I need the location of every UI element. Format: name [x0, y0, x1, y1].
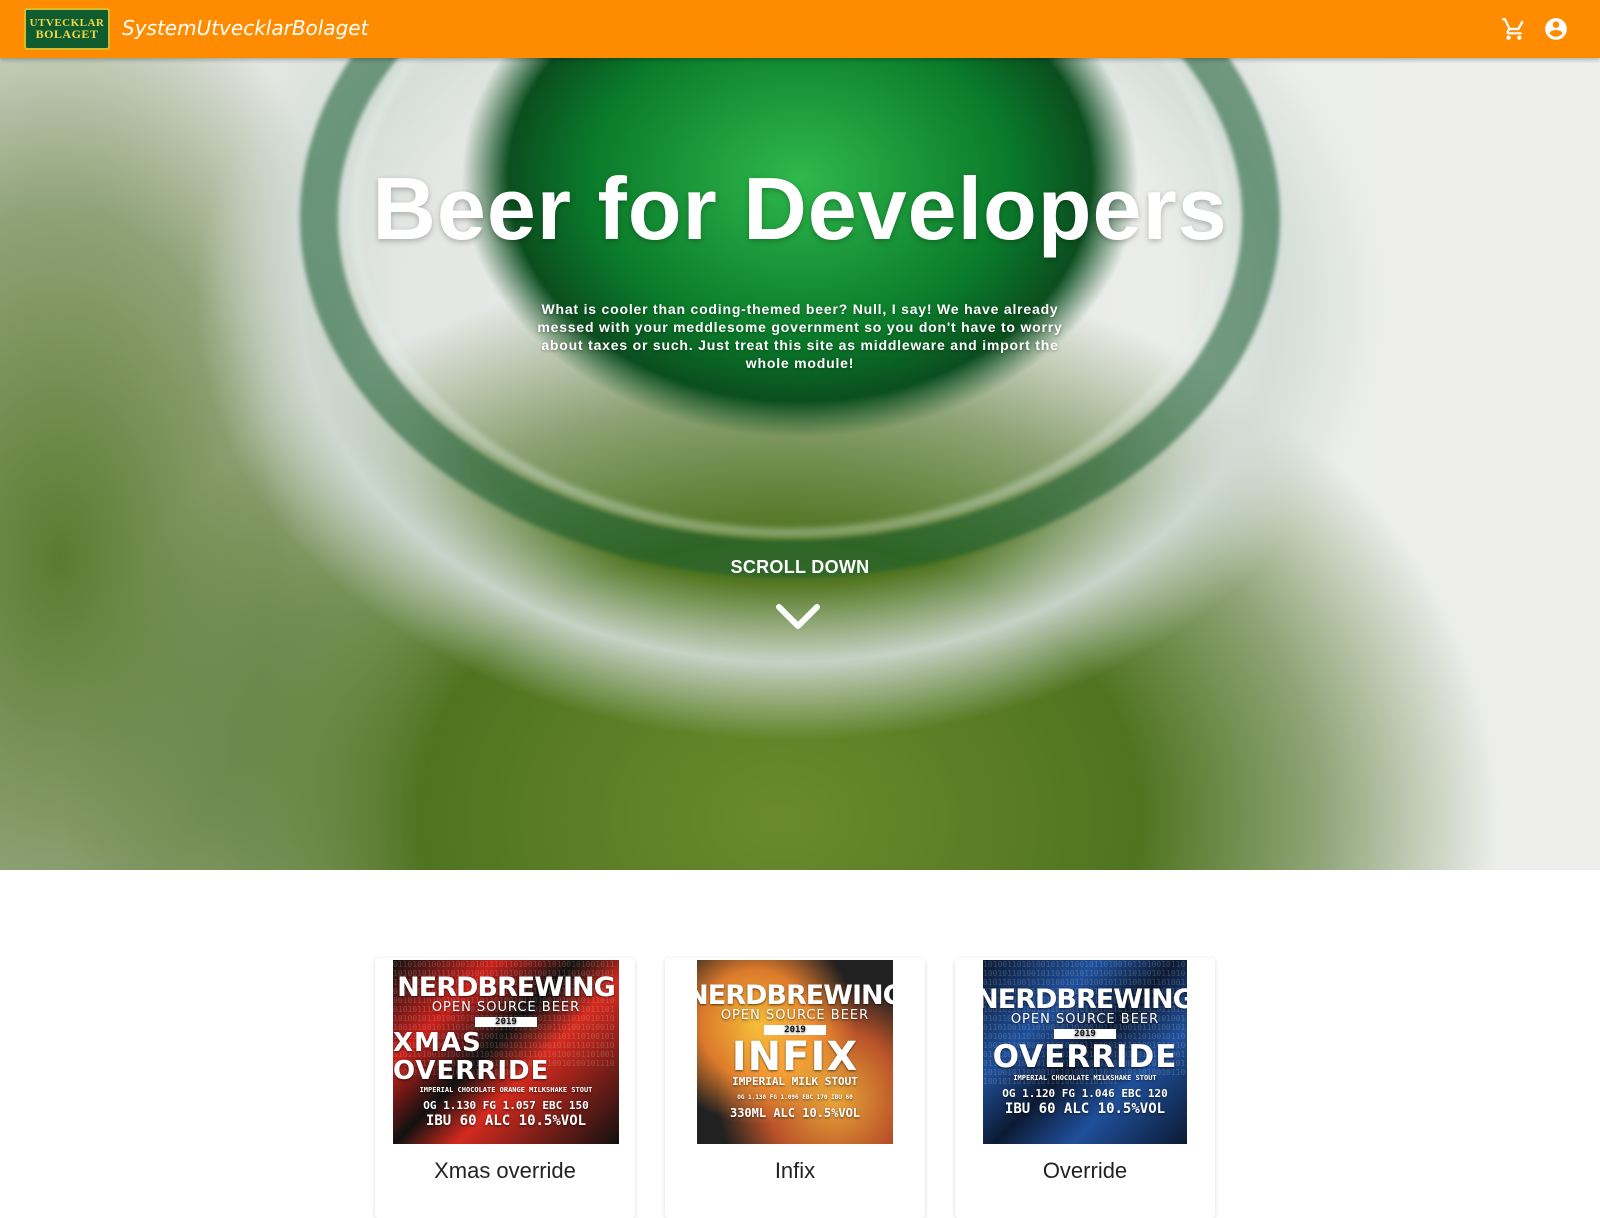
- label-beer-name: XMAS OVERRIDE: [393, 1028, 550, 1086]
- cart-button[interactable]: [1500, 15, 1528, 43]
- label-content: NERDBREWING OPEN SOURCE BEER 2019 OVERRI…: [983, 984, 1187, 1117]
- label-stats: OG 1.130 FG 1.096 EBC 170 IBU 60: [737, 1094, 853, 1101]
- label-stats-2: IBU 60 ALC 10.5%VOL: [425, 1113, 587, 1129]
- label-beer-name: OVERRIDE: [992, 1039, 1178, 1075]
- product-name[interactable]: Xmas override: [375, 1158, 635, 1184]
- product-card-override[interactable]: 1010011010100101101001011010010110100101…: [955, 958, 1215, 1218]
- shopping-cart-icon: [1502, 18, 1524, 40]
- label-year: 2019: [475, 1017, 537, 1027]
- account-button[interactable]: [1542, 15, 1570, 43]
- product-name[interactable]: Override: [955, 1158, 1215, 1184]
- label-sub: OPEN SOURCE BEER: [1010, 1012, 1160, 1027]
- product-image-override: 1010011010100101101001011010010110100101…: [983, 960, 1187, 1144]
- app-bar: UTVECKLAR BOLAGET SystemUtvecklarBolaget: [0, 0, 1600, 58]
- account-circle-icon: [1545, 18, 1567, 40]
- label-stats-2: 330ML ALC 10.5%VOL: [729, 1106, 861, 1120]
- product-image-infix: NERDBREWING OPEN SOURCE BEER 2019 INFIX …: [697, 960, 893, 1144]
- site-title[interactable]: SystemUtvecklarBolaget: [122, 16, 368, 40]
- label-sub: OPEN SOURCE BEER: [720, 1008, 870, 1023]
- label-sub: OPEN SOURCE BEER: [431, 1000, 581, 1015]
- brand-logo[interactable]: UTVECKLAR BOLAGET: [24, 8, 110, 50]
- label-brand: NERDBREWING: [397, 972, 616, 1003]
- label-brand: NERDBREWING: [983, 984, 1187, 1015]
- label-stats: OG 1.130 FG 1.057 EBC 150: [423, 1099, 589, 1112]
- label-stats-2: IBU 60 ALC 10.5%VOL: [1004, 1101, 1166, 1117]
- label-year: 2019: [1054, 1029, 1116, 1039]
- product-image-xmas-override: 0110100100101001010111011010010110100101…: [393, 960, 619, 1144]
- label-content: NERDBREWING OPEN SOURCE BEER 2019 INFIX …: [697, 980, 893, 1121]
- label-style: IMPERIAL CHOCOLATE MILKSHAKE STOUT: [1013, 1074, 1157, 1082]
- label-style: IMPERIAL MILK STOUT: [732, 1075, 858, 1088]
- hero-description: What is cooler than coding-themed beer? …: [537, 301, 1063, 371]
- hero-title: Beer for Developers: [372, 159, 1228, 258]
- chevron-down-icon[interactable]: [773, 601, 823, 635]
- hero-section: Beer for Developers What is cooler than …: [0, 58, 1600, 870]
- product-card-xmas-override[interactable]: 0110100100101001010111011010010110100101…: [375, 958, 635, 1218]
- product-card-infix[interactable]: NERDBREWING OPEN SOURCE BEER 2019 INFIX …: [665, 958, 925, 1218]
- label-style: IMPERIAL CHOCOLATE ORANGE MILKSHAKE STOU…: [419, 1086, 593, 1094]
- label-content: NERDBREWING OPEN SOURCE BEER 2019 XMAS O…: [393, 972, 619, 1129]
- product-list: 0110100100101001010111011010010110100101…: [0, 870, 1600, 1218]
- scroll-down-label[interactable]: SCROLL DOWN: [0, 557, 1600, 578]
- product-name[interactable]: Infix: [665, 1158, 925, 1184]
- label-brand: NERDBREWING: [697, 980, 893, 1011]
- logo-line-2: BOLAGET: [35, 27, 99, 41]
- label-stats: OG 1.120 FG 1.046 EBC 120: [1002, 1087, 1168, 1100]
- label-beer-name: INFIX: [731, 1034, 859, 1080]
